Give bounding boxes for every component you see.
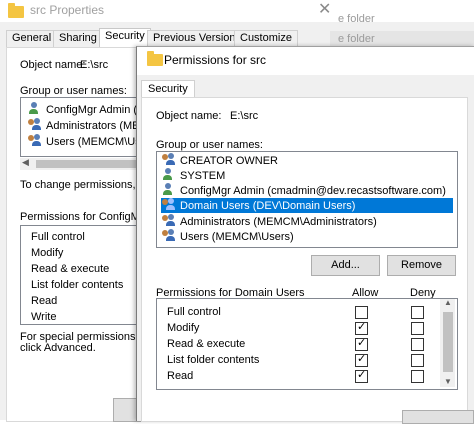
remove-button[interactable]: Remove bbox=[387, 255, 456, 276]
background-list-text: e folder bbox=[338, 13, 375, 25]
scrollbar-thumb[interactable] bbox=[36, 160, 144, 168]
group-names-label: Group or user names: bbox=[20, 85, 127, 97]
list-item[interactable]: Administrators (MEMCM\Administrators) bbox=[161, 214, 377, 229]
folder-icon bbox=[8, 3, 24, 18]
scrollbar-thumb[interactable] bbox=[443, 312, 453, 372]
user-name: CREATOR OWNER bbox=[180, 155, 278, 167]
allow-checkbox[interactable] bbox=[355, 352, 368, 367]
background-permission-list: Full control Modify Read & execute List … bbox=[20, 225, 147, 325]
background-window-title: src Properties bbox=[30, 3, 105, 17]
tab-general[interactable]: General bbox=[6, 30, 58, 48]
permission-name: Read bbox=[167, 370, 194, 382]
background-user-list: ConfigMgr Admin (cm Administrators (MEMC… bbox=[20, 97, 147, 157]
user-name: Users (MEMCM\Users) bbox=[180, 231, 294, 243]
object-name-label: Object name: bbox=[156, 110, 222, 122]
allow-checkbox[interactable] bbox=[355, 368, 368, 383]
deny-checkbox[interactable] bbox=[411, 354, 424, 367]
group-icon bbox=[161, 214, 177, 227]
permission-list: Full control Modify Read & execute List … bbox=[156, 298, 458, 390]
user-name: Administrators (MEMC bbox=[46, 120, 147, 132]
deny-checkbox[interactable] bbox=[411, 322, 424, 335]
allow-checkbox[interactable] bbox=[355, 336, 368, 351]
list-item[interactable]: Administrators (MEMC bbox=[27, 118, 147, 132]
list-item[interactable]: Users (MEMCM\Users) bbox=[161, 229, 294, 244]
special-permissions-text: click Advanced. bbox=[20, 342, 96, 354]
allow-checkbox[interactable] bbox=[355, 320, 368, 335]
list-item[interactable]: ConfigMgr Admin (cmadmin@dev.recastsoftw… bbox=[161, 183, 446, 198]
allow-checkbox[interactable] bbox=[355, 306, 368, 319]
object-name-value: E:\src bbox=[80, 59, 109, 71]
group-icon bbox=[161, 229, 177, 242]
user-list[interactable]: CREATOR OWNER SYSTEM ConfigMgr Admin (cm… bbox=[156, 151, 458, 248]
dialog-title: Permissions for src bbox=[164, 53, 267, 67]
user-name: ConfigMgr Admin (cmadmin@dev.recastsoftw… bbox=[180, 185, 446, 197]
list-item[interactable]: Users (MEMCM\Users bbox=[27, 134, 147, 148]
permission-name: List folder contents bbox=[167, 354, 260, 366]
group-names-label: Group or user names: bbox=[156, 139, 263, 151]
dialog-ok-button[interactable] bbox=[402, 410, 474, 424]
list-item[interactable]: ConfigMgr Admin (cm bbox=[27, 102, 147, 116]
scroll-up-icon[interactable]: ▲ bbox=[444, 298, 452, 307]
permissions-label: Permissions for ConfigMgr bbox=[20, 211, 150, 223]
deny-checkbox[interactable] bbox=[411, 370, 424, 383]
user-name: SYSTEM bbox=[180, 170, 226, 182]
add-button[interactable]: Add... bbox=[311, 255, 380, 276]
user-name: Users (MEMCM\Users bbox=[46, 136, 147, 148]
permission-name: Read & execute bbox=[31, 263, 110, 275]
list-item[interactable]: SYSTEM bbox=[161, 168, 225, 183]
group-icon bbox=[161, 198, 177, 211]
folder-icon bbox=[147, 51, 163, 66]
list-item-selected[interactable]: Domain Users (DEV\Domain Users) bbox=[161, 198, 453, 213]
permission-name: Full control bbox=[167, 306, 221, 318]
object-name-value: E:\src bbox=[230, 110, 259, 122]
close-icon[interactable]: ✕ bbox=[318, 0, 331, 19]
user-icon bbox=[27, 102, 43, 115]
permission-name: Modify bbox=[167, 322, 200, 334]
group-icon bbox=[27, 134, 43, 147]
group-icon bbox=[27, 118, 43, 131]
permission-name: Modify bbox=[31, 247, 64, 259]
permission-name: Write bbox=[31, 311, 57, 323]
permission-name: Full control bbox=[31, 231, 85, 243]
list-item[interactable]: CREATOR OWNER bbox=[161, 153, 278, 168]
user-name: ConfigMgr Admin (cm bbox=[46, 104, 147, 116]
deny-checkbox[interactable] bbox=[411, 338, 424, 351]
object-name-label: Object name: bbox=[20, 59, 86, 71]
permission-name: Read bbox=[31, 295, 58, 307]
user-icon bbox=[161, 183, 177, 196]
change-permissions-text: To change permissions, cl bbox=[20, 179, 147, 191]
scroll-left-icon[interactable]: ◀ bbox=[22, 157, 29, 168]
tab-sharing[interactable]: Sharing bbox=[53, 30, 103, 48]
permission-name: List folder contents bbox=[31, 279, 124, 291]
user-icon bbox=[161, 168, 177, 181]
user-name: Domain Users (DEV\Domain Users) bbox=[180, 200, 356, 212]
permission-name: Read & execute bbox=[167, 338, 246, 350]
deny-checkbox[interactable] bbox=[411, 306, 424, 319]
scroll-down-icon[interactable]: ▼ bbox=[444, 377, 452, 386]
background-list-text: e folder bbox=[338, 33, 375, 45]
user-name: Administrators (MEMCM\Administrators) bbox=[180, 216, 377, 228]
group-icon bbox=[161, 153, 177, 166]
